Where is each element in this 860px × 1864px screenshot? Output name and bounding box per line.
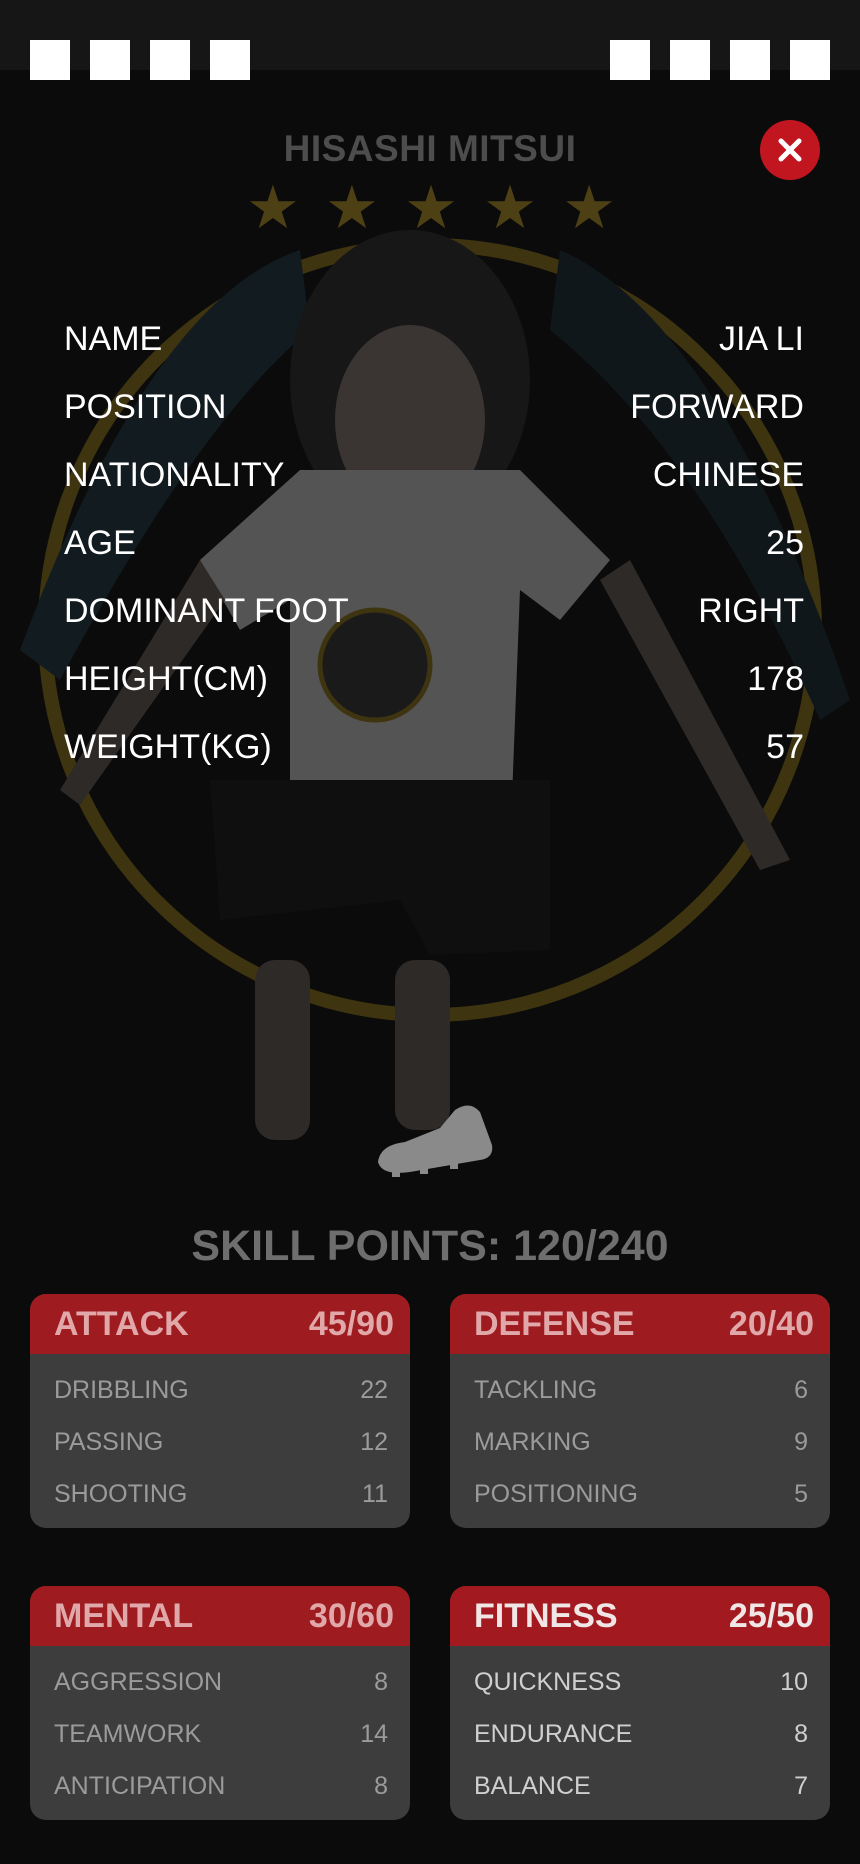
profile-value: RIGHT [698, 591, 804, 630]
star-icon: ★ [325, 174, 379, 241]
top-bar [0, 0, 860, 80]
card-score: 20/40 [728, 1304, 814, 1343]
close-icon [778, 138, 802, 162]
card-header: MENTAL 30/60 [30, 1586, 410, 1646]
stat-row: AGGRESSION 8 [54, 1656, 388, 1708]
stat-value: 5 [794, 1479, 808, 1508]
card-title: FITNESS [474, 1596, 618, 1635]
stat-label: ENDURANCE [474, 1719, 633, 1748]
star-icon: ★ [562, 174, 616, 241]
stat-label: AGGRESSION [54, 1667, 223, 1696]
stat-row: ENDURANCE 8 [474, 1708, 808, 1760]
profile-value: JIA LI [718, 319, 804, 358]
stat-value: 6 [794, 1375, 808, 1404]
profile-value: FORWARD [630, 387, 804, 426]
card-header: ATTACK 45/90 [30, 1294, 410, 1354]
stat-row: SHOOTING 11 [54, 1468, 388, 1520]
profile-value: 25 [766, 523, 804, 562]
star-rating: ★ ★ ★ ★ ★ [246, 178, 616, 238]
profile-row-dominant-foot: DOMINANT FOOT RIGHT [64, 577, 804, 645]
profile-label: NATIONALITY [64, 455, 285, 494]
profile-label: NAME [64, 319, 163, 358]
stat-value: 12 [360, 1427, 388, 1456]
stat-label: POSITIONING [474, 1479, 638, 1508]
profile-row-name: NAME JIA LI [64, 305, 804, 373]
stat-row: DRIBBLING 22 [54, 1364, 388, 1416]
stat-row: TEAMWORK 14 [54, 1708, 388, 1760]
profile-label: POSITION [64, 387, 227, 426]
star-icon: ★ [246, 174, 300, 241]
profile-value: 57 [766, 727, 804, 766]
profile-row-weight: WEIGHT(KG) 57 [64, 713, 804, 781]
stat-value: 11 [362, 1479, 388, 1508]
stat-value: 10 [780, 1667, 808, 1696]
stat-row: ANTICIPATION 8 [54, 1760, 388, 1812]
stat-label: DRIBBLING [54, 1375, 189, 1404]
stat-value: 8 [374, 1667, 388, 1696]
profile-label: WEIGHT(KG) [64, 727, 272, 766]
stat-value: 9 [794, 1427, 808, 1456]
skill-card-attack: ATTACK 45/90 DRIBBLING 22 PASSING 12 SHOOT… [30, 1294, 410, 1528]
stat-label: QUICKNESS [474, 1667, 622, 1696]
card-header: DEFENSE 20/40 [450, 1294, 830, 1354]
stat-label: TEAMWORK [54, 1719, 202, 1748]
card-title: ATTACK [54, 1304, 189, 1343]
card-score: 25/50 [728, 1596, 814, 1635]
card-score: 45/90 [308, 1304, 394, 1343]
profile-value: 178 [747, 659, 804, 698]
stat-value: 7 [794, 1771, 808, 1800]
stat-row: PASSING 12 [54, 1416, 388, 1468]
card-header: FITNESS 25/50 [450, 1586, 830, 1646]
stat-value: 8 [374, 1771, 388, 1800]
player-title: HISASHI MITSUI [283, 128, 577, 169]
stat-value: 22 [360, 1375, 388, 1404]
profile-label: AGE [64, 523, 136, 562]
stat-row: TACKLING 6 [474, 1364, 808, 1416]
card-score: 30/60 [308, 1596, 394, 1635]
profile-row-nationality: NATIONALITY CHINESE [64, 441, 804, 509]
skill-card-defense: DEFENSE 20/40 TACKLING 6 MARKING 9 POSITIO… [450, 1294, 830, 1528]
profile-label: DOMINANT FOOT [64, 591, 349, 630]
stat-row: POSITIONING 5 [474, 1468, 808, 1520]
stat-row: MARKING 9 [474, 1416, 808, 1468]
card-title: MENTAL [54, 1596, 194, 1635]
profile-row-height: HEIGHT(CM) 178 [64, 645, 804, 713]
profile-label: HEIGHT(CM) [64, 659, 268, 698]
skill-card-mental: MENTAL 30/60 AGGRESSION 8 TEAMWORK 14 ANTI… [30, 1586, 410, 1820]
stat-value: 8 [794, 1719, 808, 1748]
star-icon: ★ [404, 174, 458, 241]
skill-points-total: SKILL POINTS: 120/240 [191, 1222, 669, 1270]
profile-row-age: AGE 25 [64, 509, 804, 577]
player-profile: NAME JIA LI POSITION FORWARD NATIONALITY… [64, 305, 804, 781]
profile-value: CHINESE [652, 455, 804, 494]
stat-label: TACKLING [474, 1375, 598, 1404]
stat-row: QUICKNESS 10 [474, 1656, 808, 1708]
profile-row-position: POSITION FORWARD [64, 373, 804, 441]
stat-label: BALANCE [474, 1771, 591, 1800]
card-title: DEFENSE [474, 1304, 635, 1343]
football-boot-icon [370, 1090, 500, 1180]
stat-label: SHOOTING [54, 1479, 188, 1508]
stat-value: 14 [360, 1719, 388, 1748]
star-icon: ★ [483, 174, 537, 241]
stat-label: MARKING [474, 1427, 591, 1456]
stat-label: ANTICIPATION [54, 1771, 226, 1800]
skill-card-fitness: FITNESS 25/50 QUICKNESS 10 ENDURANCE 8 BAL… [450, 1586, 830, 1820]
stat-row: BALANCE 7 [474, 1760, 808, 1812]
close-button[interactable] [760, 120, 820, 180]
stat-label: PASSING [54, 1427, 164, 1456]
